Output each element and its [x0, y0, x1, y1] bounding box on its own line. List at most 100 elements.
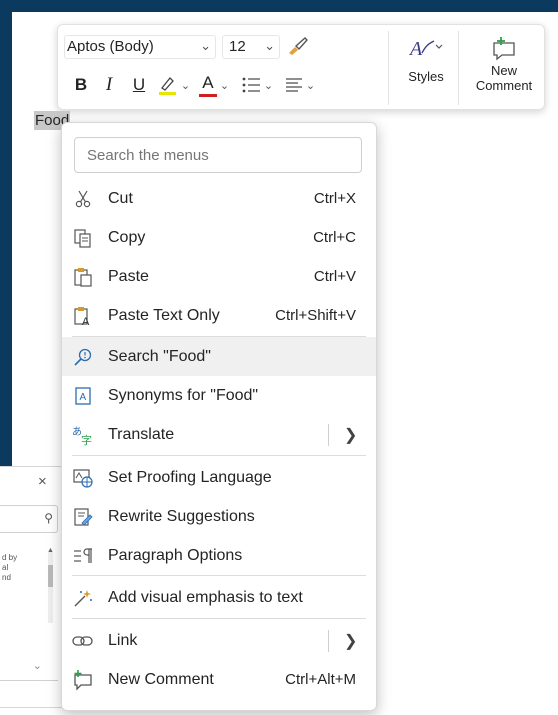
pane-dropdown[interactable]: ⌄ — [0, 653, 58, 681]
menu-divider — [72, 575, 366, 576]
menu-item-translate[interactable]: あ字 Translate ❯ — [62, 415, 376, 454]
new-comment-label: New Comment — [475, 63, 533, 93]
bold-button[interactable]: B — [68, 72, 94, 98]
styles-icon: A — [400, 35, 452, 69]
menu-item-set-proofing-language[interactable]: Set Proofing Language — [62, 458, 376, 497]
menu-search-input[interactable] — [74, 137, 362, 173]
close-icon[interactable]: × — [38, 473, 47, 490]
styles-button[interactable]: A Styles — [400, 35, 452, 103]
menu-divider — [72, 455, 366, 456]
link-icon — [72, 630, 94, 652]
svg-text:A: A — [82, 316, 90, 326]
menu-item-label: Set Proofing Language — [108, 468, 272, 486]
submenu-separator — [328, 424, 329, 446]
alignment-button[interactable]: ⌄ — [280, 72, 320, 98]
translate-icon: あ字 — [72, 424, 94, 446]
side-pane: × ⚲ d by al nd ▲ ⌄ — [0, 466, 64, 715]
font-color-button[interactable]: A ⌄ — [194, 72, 234, 98]
pane-text-line: al — [2, 563, 9, 572]
search-icon: ⚲ — [44, 511, 53, 525]
pane-text-line: nd — [2, 573, 11, 582]
pane-divider — [0, 707, 64, 708]
chevron-down-icon: ⌄ — [264, 38, 275, 53]
svg-text:A: A — [80, 392, 87, 403]
align-left-icon — [285, 78, 302, 92]
chevron-down-icon: ⌄ — [263, 79, 274, 92]
menu-item-label: Paste — [108, 267, 149, 285]
menu-item-cut[interactable]: Cut Ctrl+X — [62, 179, 376, 218]
new-comment-toolbar-button[interactable]: New Comment — [468, 33, 540, 105]
menu-item-synonyms[interactable]: A Synonyms for "Food" — [62, 376, 376, 415]
menu-item-label: Link — [108, 631, 138, 649]
font-name-value: Aptos (Body) — [67, 38, 154, 55]
menu-item-label: Add visual emphasis to text — [108, 588, 303, 606]
svg-text:A: A — [408, 38, 423, 60]
bullet-list-icon — [242, 77, 260, 93]
menu-item-link[interactable]: Link ❯ — [62, 621, 376, 660]
menu-item-label: Paragraph Options — [108, 546, 243, 564]
font-color-bar — [198, 94, 217, 97]
scissors-icon — [72, 188, 94, 210]
menu-item-copy[interactable]: Copy Ctrl+C — [62, 218, 376, 257]
context-menu: Cut Ctrl+X Copy Ctrl+C Paste Ctrl+V A Pa… — [61, 122, 377, 711]
menu-item-shortcut: Ctrl+Alt+M — [285, 671, 356, 688]
format-painter-icon[interactable] — [286, 35, 312, 59]
pane-text: d by al nd — [2, 553, 42, 583]
font-size-value: 12 — [229, 38, 246, 55]
toolbar-divider — [388, 31, 389, 105]
pane-search-input[interactable]: ⚲ — [0, 505, 58, 533]
menu-item-label: Cut — [108, 189, 133, 207]
scroll-up-icon[interactable]: ▲ — [47, 547, 54, 554]
proofing-language-icon — [72, 467, 94, 489]
menu-item-paste[interactable]: Paste Ctrl+V — [62, 257, 376, 296]
font-color-letter: A — [202, 73, 214, 92]
menu-item-rewrite-suggestions[interactable]: Rewrite Suggestions — [62, 497, 376, 536]
chevron-down-icon: ⌄ — [32, 660, 42, 672]
paragraph-icon — [72, 545, 94, 567]
menu-item-new-comment[interactable]: New Comment Ctrl+Alt+M — [62, 660, 376, 699]
menu-item-visual-emphasis[interactable]: Add visual emphasis to text — [62, 578, 376, 617]
chevron-right-icon[interactable]: ❯ — [344, 631, 357, 651]
chevron-down-icon: ⌄ — [200, 38, 211, 53]
submenu-separator — [328, 630, 329, 652]
bullets-button[interactable]: ⌄ — [234, 72, 280, 98]
menu-item-label: New Comment — [108, 670, 214, 688]
menu-item-label: Paste Text Only — [108, 306, 220, 324]
menu-item-paragraph-options[interactable]: Paragraph Options — [62, 536, 376, 575]
menu-item-search[interactable]: Search "Food" — [62, 337, 376, 376]
menu-item-shortcut: Ctrl+X — [313, 190, 356, 207]
mini-toolbar: Aptos (Body) ⌄ 12 ⌄ B I U ⌄ A ⌄ ⌄ ⌄ A St… — [57, 24, 545, 110]
menu-item-shortcut: Ctrl+V — [313, 268, 356, 285]
synonyms-icon: A — [72, 385, 94, 407]
underline-button[interactable]: U — [124, 72, 154, 98]
svg-text:字: 字 — [81, 433, 92, 446]
menu-item-label: Rewrite Suggestions — [108, 507, 255, 525]
new-comment-icon — [468, 33, 540, 63]
pane-text-line: d by — [2, 553, 18, 562]
highlighter-icon — [158, 77, 176, 95]
chevron-down-icon: ⌄ — [305, 79, 316, 92]
copy-icon — [72, 227, 94, 249]
visual-emphasis-icon — [72, 587, 94, 609]
scrollbar[interactable]: ▲ — [47, 547, 54, 623]
menu-item-shortcut: Ctrl+Shift+V — [275, 307, 356, 324]
italic-button[interactable]: I — [94, 72, 124, 98]
font-name-dropdown[interactable]: Aptos (Body) ⌄ — [64, 35, 216, 59]
paste-text-only-icon: A — [72, 305, 94, 327]
scrollbar-thumb[interactable] — [48, 565, 53, 587]
new-comment-icon — [72, 669, 94, 691]
paste-icon — [72, 266, 94, 288]
chevron-down-icon: ⌄ — [180, 79, 191, 92]
menu-item-label: Translate — [108, 425, 175, 443]
menu-item-label: Copy — [108, 228, 146, 246]
highlight-button[interactable]: ⌄ — [154, 72, 194, 98]
search-icon — [72, 346, 94, 368]
chevron-right-icon[interactable]: ❯ — [344, 425, 357, 445]
styles-label: Styles — [408, 69, 444, 84]
toolbar-divider — [458, 31, 459, 105]
menu-item-paste-text-only[interactable]: A Paste Text Only Ctrl+Shift+V — [62, 296, 376, 335]
chevron-down-icon: ⌄ — [219, 79, 230, 92]
menu-item-label: Search "Food" — [108, 347, 211, 365]
rewrite-icon — [72, 506, 94, 528]
font-size-dropdown[interactable]: 12 ⌄ — [222, 35, 280, 59]
